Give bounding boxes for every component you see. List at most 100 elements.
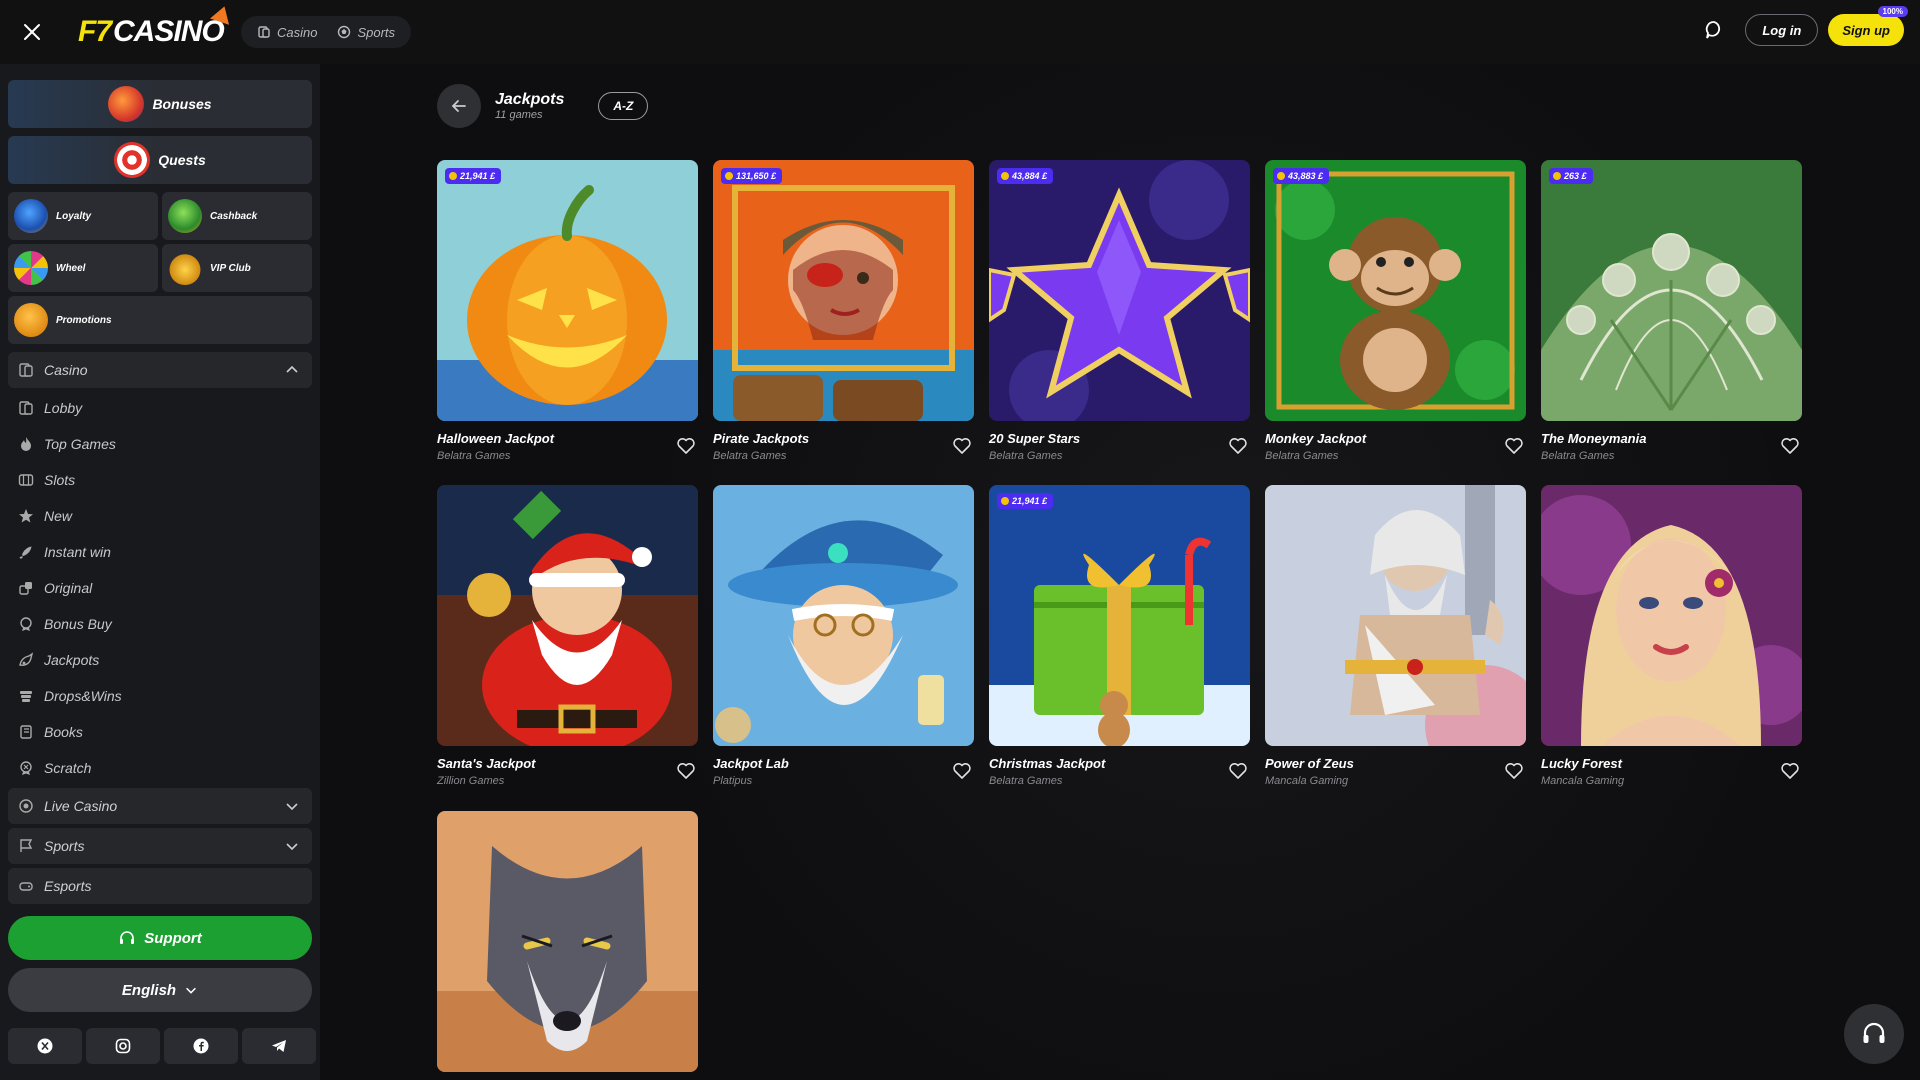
back-button[interactable]: [437, 84, 481, 128]
heart-icon[interactable]: [1504, 761, 1524, 781]
sidebar-item-top-games[interactable]: Top Games: [8, 426, 312, 462]
heart-icon[interactable]: [676, 436, 696, 456]
game-provider: Platipus: [713, 775, 753, 787]
game-card[interactable]: Lucky Forest Mancala Gaming: [1541, 485, 1802, 787]
x-icon[interactable]: [8, 1028, 82, 1064]
shield-icon: [14, 199, 48, 233]
close-icon[interactable]: [18, 18, 46, 46]
fire-icon: [21, 437, 31, 451]
sort-button[interactable]: A-Z: [598, 92, 649, 120]
game-thumbnail[interactable]: [713, 485, 974, 746]
heart-icon[interactable]: [676, 761, 696, 781]
original-icon: [19, 582, 32, 595]
game-card[interactable]: Santa's Jackpot Zillion Games: [437, 485, 698, 787]
jackpot-badge: 131,650 £: [721, 168, 783, 184]
game-title[interactable]: Christmas Jackpot: [989, 756, 1250, 771]
sidebar-item-lobby[interactable]: Lobby: [8, 390, 312, 426]
facebook-icon[interactable]: [164, 1028, 238, 1064]
book-icon: [20, 725, 32, 739]
loyalty-button[interactable]: Loyalty: [8, 192, 158, 240]
sidebar-item-scratch[interactable]: Scratch: [8, 750, 312, 786]
game-thumbnail[interactable]: 43,883 £: [1265, 160, 1526, 421]
sports-section-toggle[interactable]: Sports: [8, 828, 312, 864]
heart-icon[interactable]: [1504, 436, 1524, 456]
sidebar-item-drops-wins[interactable]: Drops&Wins: [8, 678, 312, 714]
heart-icon[interactable]: [1228, 761, 1248, 781]
game-thumbnail[interactable]: 21,941 £: [437, 160, 698, 421]
game-title[interactable]: Halloween Jackpot: [437, 431, 698, 446]
game-thumbnail[interactable]: 43,884 £: [989, 160, 1250, 421]
wheel-icon: [14, 251, 48, 285]
sidebar-item-slots[interactable]: Slots: [8, 462, 312, 498]
page-header: Jackpots 11 games A-Z: [437, 84, 649, 128]
game-thumbnail[interactable]: 263 £: [1541, 160, 1802, 421]
headset-icon: [120, 931, 135, 944]
game-card[interactable]: Power of Zeus Mancala Gaming: [1265, 485, 1526, 787]
vip-club-button[interactable]: VIP Club: [162, 244, 312, 292]
sidebar-item-instant-win[interactable]: Instant win: [8, 534, 312, 570]
game-title[interactable]: Santa's Jackpot: [437, 756, 698, 771]
game-thumbnail[interactable]: 21,941 £: [989, 485, 1250, 746]
sidebar-item-new[interactable]: New: [8, 498, 312, 534]
game-title[interactable]: Lucky Forest: [1541, 756, 1802, 771]
game-card[interactable]: 43,884 £ 20 Super Stars Belatra Games: [989, 160, 1250, 462]
language-select[interactable]: English: [8, 968, 312, 1012]
floating-support-button[interactable]: [1844, 1004, 1904, 1064]
game-title[interactable]: Jackpot Lab: [713, 756, 974, 771]
telegram-icon[interactable]: [242, 1028, 316, 1064]
game-card[interactable]: 21,941 £ Christmas Jackpot Belatra Games: [989, 485, 1250, 787]
logo[interactable]: F7 CASINO: [78, 3, 234, 52]
heart-icon[interactable]: [1780, 436, 1800, 456]
sidebar-item-label: Slots: [44, 472, 76, 488]
support-button[interactable]: Support: [8, 916, 312, 960]
bonuses-button[interactable]: Bonuses: [8, 80, 312, 128]
login-button[interactable]: Log in: [1745, 14, 1819, 46]
game-provider: Mancala Gaming: [1541, 775, 1625, 787]
sidebar-item-original[interactable]: Original: [8, 570, 312, 606]
heart-icon[interactable]: [952, 761, 972, 781]
game-card[interactable]: 21,941 £ Halloween Jackpot Belatra Games: [437, 160, 698, 462]
game-thumbnail[interactable]: [1265, 485, 1526, 746]
game-title[interactable]: 20 Super Stars: [989, 431, 1250, 446]
game-provider: Belatra Games: [989, 450, 1063, 462]
wheel-button[interactable]: Wheel: [8, 244, 158, 292]
game-thumbnail[interactable]: [437, 485, 698, 746]
game-title[interactable]: Pirate Jackpots: [713, 431, 974, 446]
sidebar-item-label: Books: [44, 724, 83, 740]
casino-section-toggle[interactable]: Casino: [8, 352, 312, 388]
cashback-button[interactable]: Cashback: [162, 192, 312, 240]
game-card[interactable]: 131,650 £ Pirate Jackpots Belatra Games: [713, 160, 974, 462]
tab-casino[interactable]: Casino: [249, 18, 325, 46]
game-card[interactable]: Jackpot Lab Platipus: [713, 485, 974, 787]
sports-icon: [338, 25, 351, 39]
game-thumbnail[interactable]: [1541, 485, 1802, 746]
game-card[interactable]: 43,883 £ Monkey Jackpot Belatra Games: [1265, 160, 1526, 462]
game-title[interactable]: Monkey Jackpot: [1265, 431, 1526, 446]
game-title[interactable]: Power of Zeus: [1265, 756, 1526, 771]
heart-icon[interactable]: [952, 436, 972, 456]
signup-button[interactable]: Sign up 100%: [1828, 6, 1908, 46]
game-thumbnail[interactable]: 131,650 £: [713, 160, 974, 421]
game-card[interactable]: [437, 811, 698, 1072]
game-provider: Belatra Games: [1541, 450, 1615, 462]
esports-button[interactable]: Esports: [8, 868, 312, 904]
game-thumbnail[interactable]: [437, 811, 698, 1072]
heart-icon[interactable]: [1228, 436, 1248, 456]
game-title[interactable]: The Moneymania: [1541, 431, 1802, 446]
instagram-icon[interactable]: [86, 1028, 160, 1064]
heart-icon[interactable]: [1780, 761, 1800, 781]
quests-button[interactable]: Quests: [8, 136, 312, 184]
chat-icon[interactable]: [1701, 17, 1727, 43]
sidebar-item-bonus-buy[interactable]: Bonus Buy: [8, 606, 312, 642]
chevron-down-icon: [186, 987, 197, 994]
sidebar-item-label: Drops&Wins: [44, 688, 122, 704]
tab-sports[interactable]: Sports: [329, 18, 403, 46]
sidebar-item-jackpots[interactable]: Jackpots: [8, 642, 312, 678]
cashback-icon: [168, 199, 202, 233]
game-card[interactable]: 263 £ The Moneymania Belatra Games: [1541, 160, 1802, 462]
live-casino-section-toggle[interactable]: Live Casino: [8, 788, 312, 824]
promotions-button[interactable]: Promotions: [8, 296, 312, 344]
sidebar-item-books[interactable]: Books: [8, 714, 312, 750]
jackpot-badge: 263 £: [1549, 168, 1593, 184]
top-right-actions: Log in Sign up 100%: [1701, 6, 1908, 46]
